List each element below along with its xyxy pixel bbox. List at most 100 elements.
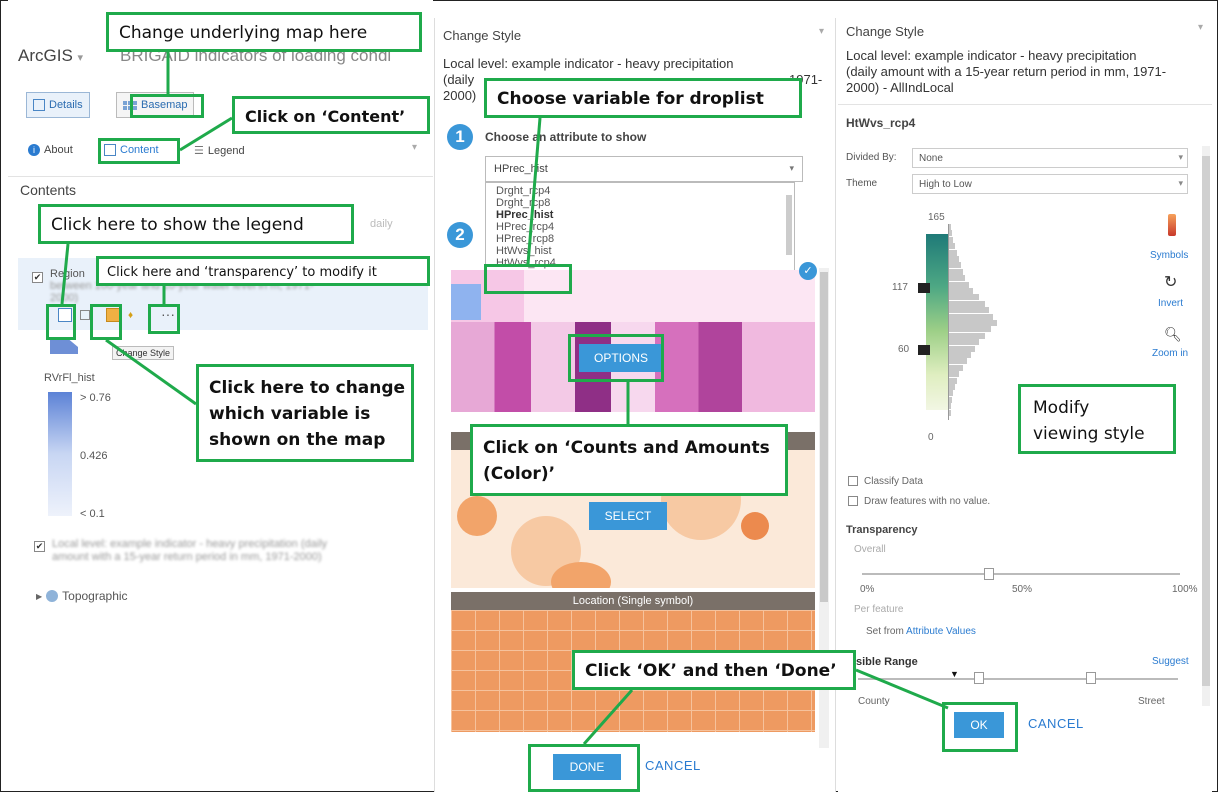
droplist-item[interactable]: Drght_rcp4 [496,185,784,197]
step-2-icon: 2 [447,222,473,248]
symbols-icon[interactable] [1168,214,1176,236]
second-layer-checkbox[interactable]: ✔ [34,541,45,552]
mid-cancel-link[interactable]: CANCEL [645,758,701,773]
step-1-icon: 1 [447,124,473,150]
histogram-bar [949,275,965,282]
callout-modify-line1: Modify [1033,398,1090,418]
droplist-item[interactable]: HPrec_rcp4 [496,221,784,233]
table-icon[interactable] [80,310,90,320]
topographic-layer[interactable]: ▶ Topographic [36,589,128,603]
callout-content: Click on ‘Content’ [232,96,430,134]
range-max-thumb[interactable] [1086,672,1096,684]
info-icon: i [28,144,40,156]
invert-icon[interactable]: ↻ [1164,272,1177,292]
dropdown-value: HPrec_hist [494,163,548,175]
layer-name: Region [50,268,85,280]
hist-top-label: 165 [928,212,945,223]
zoom-in-icon[interactable]: 🔍︎ [1164,326,1182,343]
histogram-bar [949,320,997,326]
draw-features-label: Draw features with no value. [864,496,991,507]
histogram-bar [949,300,985,307]
visible-range-slider[interactable] [858,678,1178,680]
mid-scroll-thumb[interactable] [820,272,828,602]
callout-variable: Click here to change which variable is s… [196,364,414,462]
histogram-bar [949,390,953,397]
selected-blue-block [451,284,481,320]
divided-by-select[interactable]: None ▾ [912,148,1188,168]
droplist-item[interactable]: Drght_rcp8 [496,197,784,209]
transparency-slider[interactable] [862,568,1180,580]
histogram-bar [949,384,955,390]
highlight-content-tab [98,138,180,164]
highlight-more-icon [148,304,180,334]
callout-droplist: Choose variable for droplist [484,78,802,118]
pin-icon[interactable]: ▾ [1198,22,1203,33]
layer-desc-line3: 2000) [50,292,79,304]
droplist-scrollbar[interactable] [786,195,792,255]
symbols-link[interactable]: Symbols [1150,250,1188,261]
lower-handle[interactable] [918,345,930,355]
pin-icon[interactable]: ▾ [819,26,824,37]
highlight-htwvs-item [484,264,572,294]
droplist-item[interactable]: HtWvs_hist [496,245,784,257]
histogram-bar [949,339,979,346]
right-desc-line2: (daily amount with a 15-year return peri… [846,64,1167,79]
details-label: Details [49,99,83,111]
histogram-bar [949,281,969,288]
zoom-in-link[interactable]: Zoom in [1152,348,1188,359]
histogram-bar [949,288,973,294]
histogram-bar [949,243,955,250]
histogram-bar [949,358,967,365]
mid-desc-line3: 2000) [443,88,477,103]
bookmark-icon[interactable]: ♦ [128,310,133,321]
callout-modify-line2: viewing style [1033,424,1145,444]
upper-handle[interactable] [918,283,930,293]
callout-basemap: Change underlying map here [106,12,422,52]
histogram-bar [949,326,991,333]
app-name[interactable]: ArcGIS ▾ [18,46,83,66]
right-scroll-thumb[interactable] [1202,156,1210,686]
histogram-bar [949,262,961,269]
chevron-down-icon: ▾ [77,52,84,64]
range-min-thumb[interactable] [974,672,984,684]
histogram-bar [949,371,959,378]
transparency-heading: Transparency [846,524,918,536]
attribute-values-link[interactable]: Attribute Values [906,626,976,637]
details-button[interactable]: Details [26,92,90,118]
tab-about-label: About [44,144,73,156]
pin-icon[interactable]: ▾ [412,142,417,153]
draw-features-option[interactable]: Draw features with no value. [848,496,990,507]
right-desc-line3: 2000) - AllIndLocal [846,80,954,95]
right-scrollbar[interactable] [1202,146,1210,706]
callout-counts-line1: Click on ‘Counts and Amounts [483,438,770,458]
attribute-dropdown[interactable]: HPrec_hist ▾ [485,156,803,182]
per-feature-label: Per feature [854,604,904,615]
suggest-link[interactable]: Suggest [1152,656,1189,667]
topographic-label: Topographic [62,589,128,603]
set-from-text: Set from Attribute Values [866,626,976,637]
right-cancel-link[interactable]: CANCEL [1028,716,1084,731]
legend-mid: 0.426 [80,450,108,462]
histogram-bar [949,249,957,256]
legend-min: < 0.1 [80,508,105,520]
tab-legend[interactable]: ☰ Legend [194,144,245,158]
select-button[interactable]: SELECT [589,502,667,530]
droplist-item[interactable]: HPrec_hist [496,209,784,221]
histogram-bar [949,332,985,339]
size-circle [457,496,497,536]
callout-variable-line3: shown on the map [209,430,386,450]
classify-data-option[interactable]: Classify Data [848,476,923,487]
theme-select[interactable]: High to Low ▾ [912,174,1188,194]
histogram-bar [949,403,951,410]
tab-legend-label: Legend [207,144,245,157]
draw-features-checkbox[interactable] [848,496,858,507]
layer-checkbox[interactable]: ✔ [32,272,43,283]
transparency-thumb[interactable] [984,568,995,580]
second-layer-line2: amount with a 15-year return period in m… [52,551,322,563]
droplist-item[interactable]: HPrec_rcp8 [496,233,784,245]
second-layer-line1: Local level: example indicator - heavy p… [52,538,328,550]
tab-about[interactable]: i About [28,144,73,156]
invert-link[interactable]: Invert [1158,298,1183,309]
globe-icon [46,590,59,602]
classify-checkbox[interactable] [848,476,858,487]
